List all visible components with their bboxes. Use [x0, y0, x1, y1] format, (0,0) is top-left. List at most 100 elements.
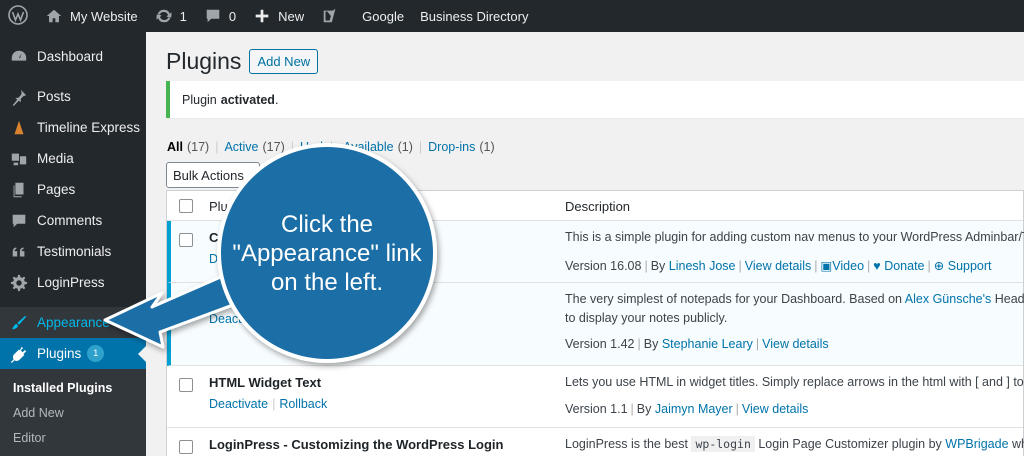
- plugin-title: LoginPress - Customizing the WordPress L…: [209, 437, 504, 452]
- filter-all[interactable]: All: [167, 140, 183, 154]
- by-label: By: [650, 259, 666, 273]
- plugin-version: Version 1.1: [565, 402, 628, 416]
- description-part: Headache W: [994, 292, 1024, 306]
- updates-menu[interactable]: 1: [146, 0, 195, 32]
- admin-sidebar: Dashboard Posts Timeline Express Media P…: [0, 32, 146, 456]
- sidebar-item-label: Media: [37, 151, 74, 166]
- by-label: By: [636, 402, 652, 416]
- sidebar-item-media[interactable]: Media: [0, 143, 146, 174]
- filter-active[interactable]: Active: [224, 140, 258, 154]
- sidebar-item-testimonials[interactable]: Testimonials: [0, 236, 146, 267]
- sidebar-item-label: Timeline Express: [37, 120, 141, 135]
- add-new-button[interactable]: Add New: [249, 49, 319, 74]
- view-details-link[interactable]: View details: [745, 259, 811, 273]
- code-snippet: wp-login: [691, 436, 755, 452]
- plugin-status-filters: All (17) | Active (17) | Update Availabl…: [167, 140, 495, 154]
- business-directory-menu[interactable]: Business Directory: [412, 0, 536, 32]
- table-header: Plugin Description: [167, 191, 1023, 221]
- sidebar-item-plugins[interactable]: Plugins 1: [0, 338, 146, 369]
- quote-icon: [9, 242, 29, 262]
- deactivate-link[interactable]: Deactiv: [209, 312, 251, 326]
- bulk-actions-label: Bulk Actions: [173, 167, 244, 183]
- plugin-description-line2: to display your notes publicly.: [565, 311, 728, 325]
- google-menu[interactable]: Google: [354, 0, 412, 32]
- new-content-menu[interactable]: New: [244, 0, 312, 32]
- plugin-meta: Version 16.08 | By Linesh Jose | View detail…: [565, 259, 992, 273]
- plugin-title: Cu: [209, 230, 227, 245]
- wordpress-logo-menu[interactable]: [0, 0, 36, 32]
- author-link[interactable]: Jaimyn Mayer: [655, 402, 733, 416]
- submenu-installed-plugins[interactable]: Installed Plugins: [0, 375, 146, 400]
- yoast-menu[interactable]: [312, 0, 354, 32]
- support-link[interactable]: ⊕ Support: [934, 259, 992, 273]
- plugins-submenu: Installed Plugins Add New Editor: [0, 369, 146, 456]
- site-name-menu[interactable]: My Website: [36, 0, 146, 32]
- sidebar-item-label: Plugins: [37, 346, 82, 361]
- bulk-actions-select[interactable]: Bulk Actions ▼: [166, 162, 260, 188]
- plugin-description: The very simplest of notepads for your D…: [565, 292, 1024, 306]
- updates-count: 1: [179, 8, 187, 24]
- deactivate-link[interactable]: Deactivate: [209, 397, 268, 411]
- by-label: By: [643, 337, 659, 351]
- plugin-meta: Version 1.1 | By Jaimyn Mayer | View details: [565, 402, 809, 416]
- sidebar-item-dashboard[interactable]: Dashboard: [0, 41, 146, 72]
- author-link[interactable]: Alex Günsche's: [905, 292, 991, 306]
- plugins-update-badge: 1: [87, 345, 105, 362]
- view-details-link[interactable]: View details: [762, 337, 828, 351]
- google-label: Google: [362, 8, 405, 24]
- filter-all-count: (17): [186, 140, 210, 154]
- sidebar-item-comments[interactable]: Comments: [0, 205, 146, 236]
- comments-menu[interactable]: 0: [195, 0, 244, 32]
- support-label: Support: [947, 259, 992, 273]
- sidebar-item-timeline-express[interactable]: Timeline Express: [0, 112, 146, 143]
- admin-bar: My Website 1 0 New Google Business Direc…: [0, 0, 1024, 32]
- site-name-label: My Website: [70, 8, 138, 24]
- table-row: Deactiv The very simplest of notepads fo…: [167, 283, 1024, 366]
- select-all-checkbox[interactable]: [179, 198, 193, 213]
- media-icon: [9, 149, 29, 169]
- sidebar-item-label: Appearance: [37, 315, 110, 330]
- sidebar-item-loginpress[interactable]: LoginPress: [0, 267, 146, 298]
- sidebar-item-pages[interactable]: Pages: [0, 174, 146, 205]
- filter-drop-ins[interactable]: Drop-ins: [428, 140, 475, 154]
- row-actions: Deactivate | Rollback: [209, 397, 328, 411]
- sidebar-item-posts[interactable]: Posts: [0, 81, 146, 112]
- row-checkbox[interactable]: [179, 378, 193, 392]
- row-checkbox[interactable]: [179, 233, 193, 247]
- submenu-add-new[interactable]: Add New: [0, 400, 146, 425]
- sidebar-item-label: Dashboard: [37, 49, 104, 64]
- sidebar-item-label: LoginPress: [37, 275, 105, 290]
- video-icon: ▣: [820, 259, 833, 273]
- row-actions: Deactiv: [209, 312, 251, 326]
- author-link[interactable]: Linesh Jose: [669, 259, 736, 273]
- sidebar-item-label: Posts: [37, 89, 71, 104]
- sidebar-item-label: Comments: [37, 213, 103, 228]
- notice-prefix: Plugin: [182, 92, 217, 107]
- row-checkbox[interactable]: [179, 440, 193, 454]
- author-link[interactable]: Stephanie Leary: [662, 337, 753, 351]
- donate-link[interactable]: ♥ Donate: [873, 259, 924, 273]
- home-icon: [44, 6, 64, 26]
- description-part: Login Page Customizer plugin by: [758, 437, 942, 451]
- notice-bold: activated: [220, 92, 275, 107]
- paintbrush-icon: [9, 313, 29, 333]
- table-row: LoginPress - Customizing the WordPress L…: [167, 428, 1024, 456]
- plus-icon: [252, 6, 272, 26]
- deactivate-link[interactable]: Deacti: [209, 252, 244, 266]
- lifebuoy-icon: ⊕: [933, 259, 945, 273]
- view-details-link[interactable]: View details: [742, 402, 808, 416]
- plugin-meta: Version 1.42 | By Stephanie Leary | View det…: [565, 337, 829, 351]
- description-part: LoginPress is the best: [565, 437, 688, 451]
- submenu-editor[interactable]: Editor: [0, 425, 146, 450]
- rollback-link[interactable]: Rollback: [279, 397, 327, 411]
- author-link[interactable]: WPBrigade: [945, 437, 1008, 451]
- pushpin-icon: [9, 87, 29, 107]
- wordpress-logo-icon: [8, 4, 28, 28]
- column-header-plugin[interactable]: Plugin: [209, 199, 245, 214]
- plugin-icon: [9, 344, 29, 364]
- filter-update-available[interactable]: Update Available: [300, 140, 394, 154]
- plugin-description: Lets you use HTML in widget titles. Simp…: [565, 375, 1024, 389]
- page-header: Plugins Add New: [166, 48, 319, 75]
- video-link[interactable]: ▣Video: [820, 259, 864, 273]
- sidebar-item-appearance[interactable]: Appearance: [0, 307, 146, 338]
